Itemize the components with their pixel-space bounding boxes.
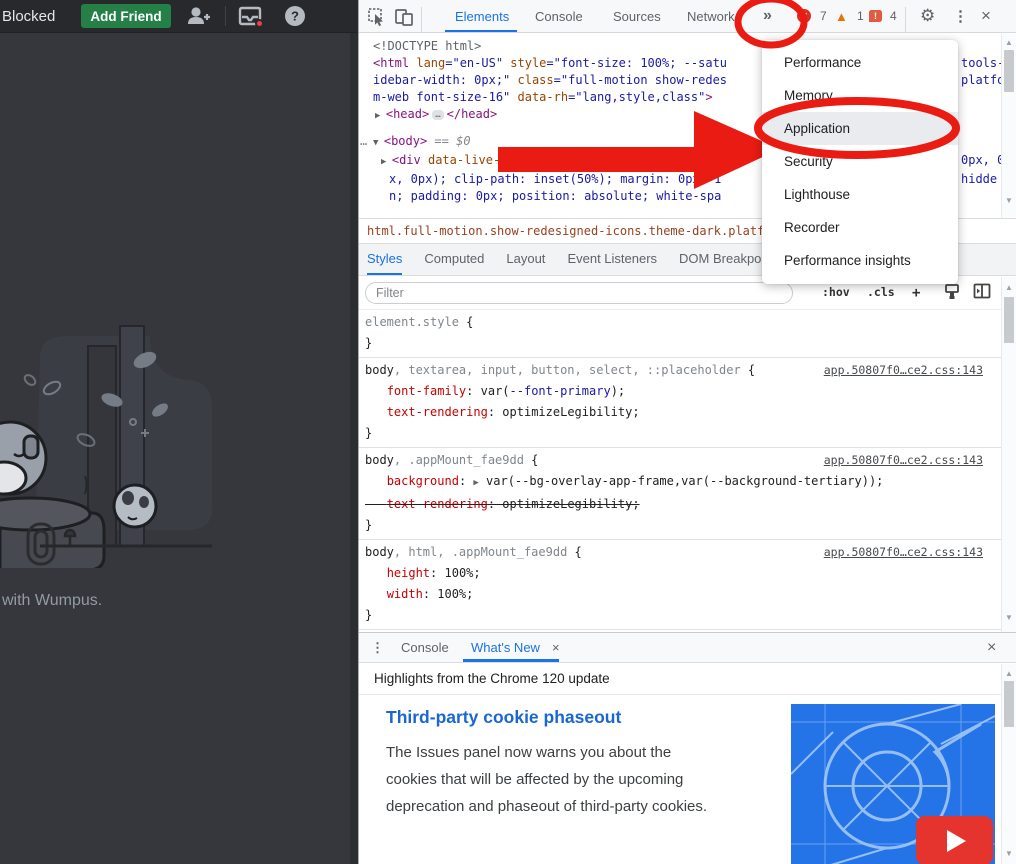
rendering-emulation-icon[interactable] bbox=[944, 283, 961, 305]
styles-filter-input[interactable] bbox=[365, 282, 793, 304]
elements-tab-underline bbox=[445, 30, 517, 32]
menu-item-recorder[interactable]: Recorder bbox=[762, 211, 958, 244]
drawer-tab-console[interactable]: Console bbox=[401, 633, 449, 662]
whats-new-header: Highlights from the Chrome 120 update bbox=[359, 663, 1001, 695]
scroll-up-arrow[interactable]: ▲ bbox=[1002, 38, 1016, 47]
notification-dot bbox=[255, 19, 264, 28]
scroll-up-arrow[interactable]: ▲ bbox=[1002, 669, 1016, 678]
sidebar-tab-computed[interactable]: Computed bbox=[424, 244, 484, 273]
scroll-up-arrow[interactable]: ▲ bbox=[1002, 283, 1016, 292]
stylesheet-source-link[interactable]: app.50807f0…ce2.css:143 bbox=[824, 360, 983, 381]
drawer-toolbar: ⋮ Console What's New × × bbox=[359, 633, 1016, 663]
discord-app-region: with Wumpus. Blocked Add Friend ? bbox=[0, 0, 358, 864]
menu-item-performance-insights[interactable]: Performance insights bbox=[762, 244, 958, 277]
warning-badge-icon[interactable]: ▲ bbox=[835, 0, 848, 32]
drawer-close-icon[interactable]: × bbox=[987, 633, 996, 662]
devtools-overflow-menu: PerformanceMemoryApplicationSecurityLigh… bbox=[762, 40, 958, 284]
new-group-dm-icon[interactable] bbox=[185, 4, 211, 28]
settings-gear-icon[interactable]: ⚙ bbox=[920, 0, 935, 32]
scrollbar-thumb[interactable] bbox=[1004, 50, 1014, 92]
wumpus-empty-state-text: with Wumpus. bbox=[2, 592, 102, 610]
toggle-pseudo-state[interactable]: :hov bbox=[822, 285, 850, 299]
issues-count: 4 bbox=[890, 0, 897, 32]
devtools-close-icon[interactable]: × bbox=[981, 0, 991, 32]
blocked-tab[interactable]: Blocked bbox=[2, 8, 55, 25]
scrollbar-thumb[interactable] bbox=[1004, 297, 1014, 343]
inbox-icon[interactable] bbox=[238, 5, 262, 27]
styles-scrollbar[interactable]: ▲ ▼ bbox=[1001, 277, 1016, 632]
sidebar-tab-layout[interactable]: Layout bbox=[506, 244, 545, 273]
add-friend-button[interactable]: Add Friend bbox=[81, 4, 170, 28]
sidebar-tab-styles[interactable]: Styles bbox=[367, 244, 402, 276]
discord-scroll-track[interactable] bbox=[350, 33, 358, 864]
new-style-rule-button[interactable]: + bbox=[912, 285, 920, 301]
toolbar-divider bbox=[225, 6, 226, 26]
article-body: The Issues panel now warns you about the… bbox=[386, 739, 736, 820]
help-icon[interactable]: ? bbox=[284, 5, 306, 27]
menu-item-performance[interactable]: Performance bbox=[762, 46, 958, 79]
sidebar-tab-event-listeners[interactable]: Event Listeners bbox=[567, 244, 657, 273]
warning-count: 1 bbox=[857, 0, 864, 32]
wumpus-illustration bbox=[0, 318, 300, 573]
error-count: 7 bbox=[820, 0, 827, 32]
elements-scrollbar[interactable]: ▲ ▼ bbox=[1001, 34, 1016, 218]
scroll-down-arrow[interactable]: ▼ bbox=[1002, 196, 1016, 205]
tab-elements[interactable]: Elements bbox=[455, 0, 509, 32]
css-rule-block[interactable]: app.50807f0…ce2.css:143body, html, .appM… bbox=[359, 540, 1001, 630]
scroll-down-arrow[interactable]: ▼ bbox=[1002, 849, 1016, 858]
device-toolbar-icon[interactable] bbox=[394, 0, 414, 32]
scroll-down-arrow[interactable]: ▼ bbox=[1002, 613, 1016, 622]
drawer-scrollbar[interactable]: ▲ ▼ bbox=[1001, 664, 1016, 864]
tab-network[interactable]: Network bbox=[687, 0, 735, 32]
drawer-menu-icon[interactable]: ⋮ bbox=[371, 633, 384, 662]
toggle-element-classes[interactable]: .cls bbox=[867, 285, 895, 299]
devtools-drawer: ⋮ Console What's New × × Highlights from… bbox=[359, 632, 1016, 864]
hidden-nodes-marker[interactable]: … bbox=[360, 133, 366, 150]
tab-console[interactable]: Console bbox=[535, 0, 583, 32]
drawer-tab-whats-new[interactable]: What's New bbox=[471, 633, 540, 662]
devtools-menu-icon[interactable]: ⋮ bbox=[953, 0, 968, 32]
css-rule-block[interactable]: app.50807f0…ce2.css:143body, .appMount_f… bbox=[359, 448, 1001, 540]
devtools-main-toolbar: Elements Console Sources Network » ✕ 7 ▲… bbox=[359, 0, 1016, 33]
discord-friends-toolbar: Blocked Add Friend ? bbox=[0, 0, 358, 33]
error-badge-icon[interactable]: ✕ bbox=[797, 0, 811, 32]
close-whats-new-tab-icon[interactable]: × bbox=[552, 633, 560, 662]
stylesheet-source-link[interactable]: app.50807f0…ce2.css:143 bbox=[824, 542, 983, 563]
whats-new-tab-underline bbox=[463, 659, 559, 662]
svg-text:?: ? bbox=[291, 9, 299, 24]
issues-badge-icon[interactable]: ! bbox=[869, 0, 882, 32]
article-title[interactable]: Third-party cookie phaseout bbox=[386, 707, 621, 728]
inspect-element-icon[interactable] bbox=[367, 0, 386, 32]
play-button[interactable] bbox=[916, 816, 993, 864]
menu-item-lighthouse[interactable]: Lighthouse bbox=[762, 178, 958, 211]
menu-item-application[interactable]: Application bbox=[762, 112, 958, 145]
css-rule-block[interactable]: element.style {} bbox=[359, 310, 1001, 358]
styles-rules-pane[interactable]: element.style {}app.50807f0…ce2.css:143b… bbox=[359, 310, 1001, 632]
tab-sources[interactable]: Sources bbox=[613, 0, 661, 32]
more-tabs-button[interactable]: » bbox=[763, 0, 771, 32]
scrollbar-thumb[interactable] bbox=[1004, 681, 1014, 727]
css-rule-block[interactable]: app.50807f0…ce2.css:143body, textarea, i… bbox=[359, 358, 1001, 448]
article-video-thumbnail[interactable] bbox=[791, 704, 995, 864]
sidebar-panel-toggle-icon[interactable] bbox=[973, 283, 991, 304]
menu-item-memory[interactable]: Memory bbox=[762, 79, 958, 112]
play-icon bbox=[947, 830, 966, 852]
menu-item-security[interactable]: Security bbox=[762, 145, 958, 178]
stylesheet-source-link[interactable]: app.50807f0…ce2.css:143 bbox=[824, 450, 983, 471]
